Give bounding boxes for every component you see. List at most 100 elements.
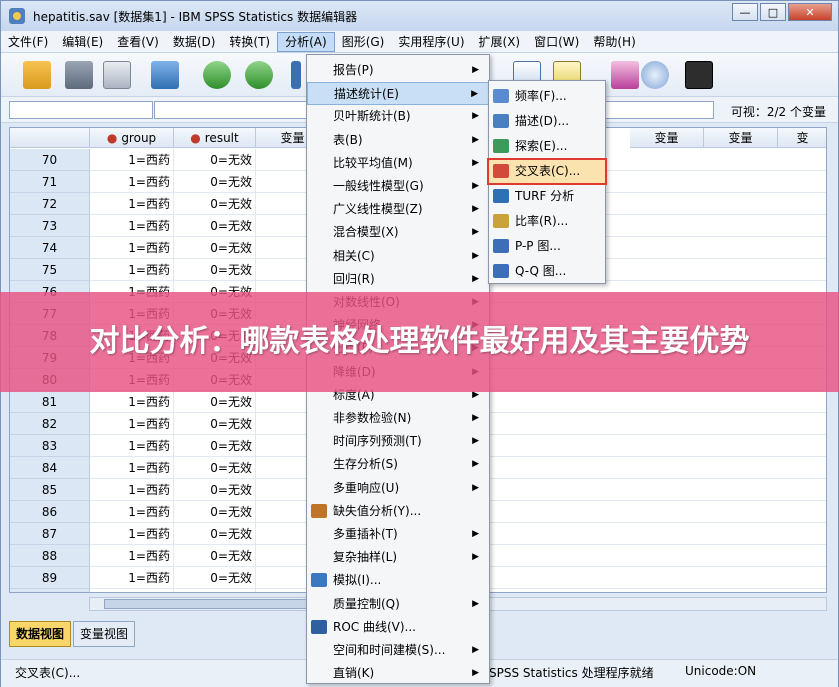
- cell-result[interactable]: 0=无效: [174, 259, 256, 281]
- descriptive-submenu-item[interactable]: 比率(R)...: [489, 210, 605, 233]
- column-header-var[interactable]: 变量: [630, 128, 704, 148]
- descriptive-submenu-item[interactable]: 描述(D)...: [489, 110, 605, 133]
- row-number[interactable]: 71: [10, 171, 90, 193]
- row-number[interactable]: 72: [10, 193, 90, 215]
- print-icon[interactable]: [103, 61, 131, 89]
- row-number[interactable]: 83: [10, 435, 90, 457]
- column-header-group[interactable]: ● group: [90, 128, 174, 148]
- analyze-menu-item[interactable]: 多重响应(U) ▶: [307, 477, 489, 500]
- recall-dialog-icon[interactable]: [151, 61, 179, 89]
- menu-edit[interactable]: 编辑(E): [55, 33, 110, 50]
- cell-result[interactable]: 0=无效: [174, 413, 256, 435]
- open-folder-icon[interactable]: [23, 61, 51, 89]
- cell-result[interactable]: 0=无效: [174, 545, 256, 567]
- analyze-menu-item[interactable]: 模拟(I)...: [307, 569, 489, 592]
- analyze-menu-item[interactable]: 直销(K) ▶: [307, 662, 489, 685]
- undo-icon[interactable]: [203, 61, 231, 89]
- cell-result[interactable]: 0=无效: [174, 479, 256, 501]
- cell-group[interactable]: 1=西药: [90, 171, 174, 193]
- cell-group[interactable]: 1=西药: [90, 457, 174, 479]
- column-header-var[interactable]: 变量: [704, 128, 778, 148]
- row-number[interactable]: 74: [10, 237, 90, 259]
- menu-help[interactable]: 帮助(H): [586, 33, 642, 50]
- menu-view[interactable]: 查看(V): [110, 33, 166, 50]
- descriptive-submenu-item[interactable]: 频率(F)...: [489, 85, 605, 108]
- cell-result[interactable]: 0=无效: [174, 171, 256, 193]
- cell-group[interactable]: 1=西药: [90, 567, 174, 589]
- analyze-menu-item[interactable]: 广义线性模型(Z) ▶: [307, 198, 489, 221]
- row-number[interactable]: 84: [10, 457, 90, 479]
- analyze-menu-item[interactable]: 多重插补(T) ▶: [307, 523, 489, 546]
- cell-result[interactable]: 0=无效: [174, 523, 256, 545]
- cell-result[interactable]: 0=无效: [174, 149, 256, 171]
- analyze-menu-item[interactable]: 一般线性模型(G) ▶: [307, 175, 489, 198]
- row-number[interactable]: 85: [10, 479, 90, 501]
- cell-reference-field[interactable]: [9, 101, 153, 119]
- analyze-menu-item[interactable]: 质量控制(Q) ▶: [307, 593, 489, 616]
- analyze-menu-item[interactable]: 空间和时间建模(S)... ▶: [307, 639, 489, 662]
- cell-result[interactable]: 0=无效: [174, 215, 256, 237]
- cell-group[interactable]: 1=西药: [90, 237, 174, 259]
- descriptive-submenu-item[interactable]: P-P 图...: [489, 235, 605, 258]
- descriptive-submenu-item[interactable]: 交叉表(C)...: [487, 158, 607, 185]
- cell-group[interactable]: 1=西药: [90, 501, 174, 523]
- redo-icon[interactable]: [245, 61, 273, 89]
- row-number[interactable]: 81: [10, 391, 90, 413]
- analyze-menu-item[interactable]: ROC 曲线(V)...: [307, 616, 489, 639]
- menu-data[interactable]: 数据(D): [166, 33, 223, 50]
- analyze-menu-item[interactable]: 缺失值分析(Y)...: [307, 500, 489, 523]
- use-sets-icon[interactable]: [641, 61, 669, 89]
- maximize-button[interactable]: □: [760, 3, 786, 21]
- analyze-menu-item[interactable]: 报告(P) ▶: [307, 59, 489, 82]
- row-number[interactable]: 73: [10, 215, 90, 237]
- cell-group[interactable]: 1=西药: [90, 149, 174, 171]
- tab-data-view[interactable]: 数据视图: [9, 621, 72, 647]
- menu-window[interactable]: 窗口(W): [527, 33, 586, 50]
- analyze-menu-item[interactable]: 非参数检验(N) ▶: [307, 407, 489, 430]
- cell-group[interactable]: 1=西药: [90, 413, 174, 435]
- analyze-menu-item[interactable]: 表(B) ▶: [307, 129, 489, 152]
- cell-group[interactable]: 1=西药: [90, 523, 174, 545]
- menu-analyze[interactable]: 分析(A): [277, 31, 335, 52]
- menu-file[interactable]: 文件(F): [1, 33, 55, 50]
- row-number[interactable]: 88: [10, 545, 90, 567]
- minimize-button[interactable]: —: [732, 3, 758, 21]
- cell-group[interactable]: 1=西药: [90, 215, 174, 237]
- menu-utilities[interactable]: 实用程序(U): [391, 33, 471, 50]
- cell-group[interactable]: 1=西药: [90, 589, 174, 592]
- descriptive-submenu-item[interactable]: 探索(E)...: [489, 135, 605, 158]
- cell-result[interactable]: 0=无效: [174, 391, 256, 413]
- row-number[interactable]: 82: [10, 413, 90, 435]
- analyze-menu-item[interactable]: 描述统计(E) ▶: [307, 82, 489, 106]
- menu-extensions[interactable]: 扩展(X): [472, 33, 528, 50]
- cell-group[interactable]: 1=西药: [90, 193, 174, 215]
- column-header-var[interactable]: 变: [778, 128, 826, 148]
- cell-result[interactable]: 0=无效: [174, 237, 256, 259]
- descriptive-submenu-item[interactable]: TURF 分析: [489, 185, 605, 208]
- analyze-menu-item[interactable]: 贝叶斯统计(B) ▶: [307, 105, 489, 128]
- save-icon[interactable]: [65, 61, 93, 89]
- analyze-menu-item[interactable]: 回归(R) ▶: [307, 268, 489, 291]
- show-all-icon[interactable]: [685, 61, 713, 89]
- close-button[interactable]: ✕: [788, 3, 832, 21]
- goto-case-icon[interactable]: [291, 61, 301, 89]
- cell-result[interactable]: 0=无效: [174, 567, 256, 589]
- descriptive-submenu-item[interactable]: Q-Q 图...: [489, 260, 605, 283]
- cell-result[interactable]: 0=无效: [174, 435, 256, 457]
- cell-group[interactable]: 1=西药: [90, 545, 174, 567]
- row-number[interactable]: 89: [10, 567, 90, 589]
- cell-result[interactable]: 0=无效: [174, 589, 256, 592]
- cell-group[interactable]: 1=西药: [90, 259, 174, 281]
- cell-group[interactable]: 1=西药: [90, 479, 174, 501]
- analyze-menu-item[interactable]: 混合模型(X) ▶: [307, 221, 489, 244]
- row-number[interactable]: 87: [10, 523, 90, 545]
- analyze-menu-item[interactable]: 时间序列预测(T) ▶: [307, 430, 489, 453]
- cell-result[interactable]: 0=无效: [174, 501, 256, 523]
- analyze-menu-item[interactable]: 复杂抽样(L) ▶: [307, 546, 489, 569]
- value-labels-icon[interactable]: [611, 61, 639, 89]
- analyze-menu-item[interactable]: 相关(C) ▶: [307, 245, 489, 268]
- column-header-result[interactable]: ● result: [174, 128, 256, 148]
- tab-variable-view[interactable]: 变量视图: [73, 621, 136, 647]
- row-number[interactable]: 86: [10, 501, 90, 523]
- row-number[interactable]: 75: [10, 259, 90, 281]
